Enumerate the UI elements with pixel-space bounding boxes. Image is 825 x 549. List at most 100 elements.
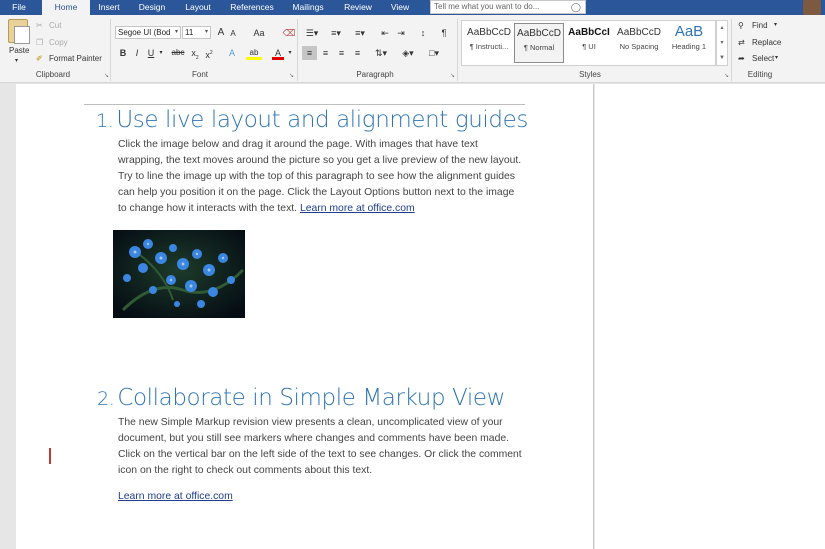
shading-icon[interactable]: ◈▾ — [398, 46, 418, 60]
pilcrow-icon[interactable]: ¶ — [437, 26, 451, 40]
select-icon: ➦ — [738, 54, 745, 63]
paragraph-launcher-icon[interactable]: ↘ — [450, 72, 455, 79]
superscript-button[interactable]: x2 — [203, 46, 215, 60]
style-no-spacing[interactable]: AaBbCcD No Spacing — [614, 23, 664, 63]
tab-design[interactable]: Design — [132, 0, 172, 15]
tab-references[interactable]: References — [224, 0, 280, 15]
heading-1-live-layout[interactable]: 1. Use live layout and alignment guides — [96, 107, 528, 133]
chevron-up-icon[interactable]: ▴ — [717, 21, 727, 36]
font-family-select[interactable]: Segoe UI (Bod ▾ — [115, 26, 181, 39]
change-bar-marker[interactable] — [49, 448, 51, 464]
borders-icon[interactable]: □▾ — [424, 46, 444, 60]
clipboard-launcher-icon[interactable]: ↘ — [104, 72, 109, 79]
underline-button[interactable]: U — [145, 46, 157, 60]
subscript-button[interactable]: x2 — [189, 46, 201, 61]
text-effects-button[interactable]: A — [225, 46, 239, 60]
align-left-icon[interactable]: ≡ — [302, 46, 317, 60]
learn-more-link[interactable]: Learn more at office.com — [300, 203, 415, 214]
markup-pane — [595, 84, 825, 549]
styles-launcher-icon[interactable]: ↘ — [724, 72, 729, 79]
cut-icon: ✂ — [36, 21, 43, 30]
select-button[interactable]: Select — [752, 54, 774, 63]
tab-mailings[interactable]: Mailings — [284, 0, 332, 15]
tab-view[interactable]: View — [384, 0, 416, 15]
decrease-indent-icon[interactable]: ⇤ — [378, 26, 392, 40]
tell-me-placeholder: Tell me what you want to do... — [434, 2, 540, 11]
style-name: ¶ Instructi... — [469, 42, 509, 51]
numbering-icon[interactable]: ≡▾ — [326, 26, 346, 40]
styles-scroll[interactable]: ▴ ▾ ▼ — [716, 20, 728, 66]
tab-file[interactable]: File — [0, 0, 38, 15]
group-divider — [457, 19, 458, 81]
underline-dropdown-icon[interactable]: ▾ — [157, 46, 165, 60]
more-icon[interactable]: ▼ — [717, 51, 727, 66]
style-ui[interactable]: AaBbCcI ¶ UI — [564, 23, 614, 63]
tab-layout[interactable]: Layout — [178, 0, 218, 15]
replace-button[interactable]: Replace — [752, 38, 781, 47]
style-preview: AaB — [674, 23, 704, 40]
format-painter-button[interactable]: Format Painter — [49, 54, 102, 63]
font-color-button[interactable]: A — [272, 46, 284, 60]
italic-button[interactable]: I — [131, 46, 143, 60]
heading-number: 2. — [97, 388, 115, 410]
grow-font-button[interactable]: A — [215, 26, 227, 40]
avatar[interactable] — [803, 0, 821, 15]
heading-2-simple-markup[interactable]: 2. Collaborate in Simple Markup View — [97, 385, 505, 411]
flower-image[interactable] — [113, 230, 245, 318]
style-normal[interactable]: AaBbCcD ¶ Normal — [514, 23, 564, 63]
clear-formatting-icon[interactable]: ⌫ — [282, 26, 296, 40]
strikethrough-button[interactable]: abc — [170, 46, 186, 60]
change-case-button[interactable]: Aa — [250, 26, 268, 40]
paragraph-line-last: to change how it interacts with the text… — [118, 201, 528, 217]
paragraph-line: Try to line the image up with the top of… — [118, 171, 516, 182]
justify-icon[interactable]: ≡ — [350, 46, 365, 60]
font-color-dropdown-icon[interactable]: ▾ — [286, 46, 294, 60]
paste-dropdown-icon[interactable]: ▾ — [15, 57, 18, 64]
font-group-label: Font — [191, 70, 208, 79]
styles-group-label: Styles — [579, 70, 601, 79]
bullets-icon[interactable]: ☰▾ — [302, 26, 322, 40]
paste-icon[interactable] — [8, 19, 30, 44]
heading-text: Use live layout and alignment guides — [116, 107, 528, 133]
ribbon-home: Paste ▾ ✂ Cut ❐ Copy ✐ Format Painter Cl… — [0, 15, 825, 83]
style-instructions[interactable]: AaBbCcD ¶ Instructi... — [464, 23, 514, 63]
paragraph-link: Learn more at office.com — [118, 489, 528, 505]
group-divider — [297, 19, 298, 81]
find-button[interactable]: Find — [752, 21, 768, 30]
sort-icon[interactable]: ↕ — [416, 26, 430, 40]
tab-home[interactable]: Home — [42, 0, 90, 15]
paragraph-line: Click the image below and drag it around… — [118, 139, 478, 150]
learn-more-link[interactable]: Learn more at office.com — [118, 491, 233, 502]
chevron-down-icon: ▾ — [204, 29, 208, 35]
tab-review[interactable]: Review — [336, 0, 380, 15]
chevron-down-icon[interactable]: ▾ — [717, 36, 727, 51]
increase-indent-icon[interactable]: ⇥ — [394, 26, 408, 40]
font-size-select[interactable]: 11 ▾ — [182, 26, 211, 39]
find-dropdown-icon[interactable]: ▾ — [774, 21, 777, 28]
line-spacing-icon[interactable]: ⇅▾ — [371, 46, 391, 60]
align-center-icon[interactable]: ≡ — [318, 46, 333, 60]
paragraph-live-layout[interactable]: Click the image below and drag it around… — [118, 137, 528, 217]
multilevel-list-icon[interactable]: ≡▾ — [350, 26, 370, 40]
paragraph-simple-markup[interactable]: The new Simple Markup revision view pres… — [118, 415, 528, 479]
style-name: ¶ Normal — [523, 43, 555, 52]
align-right-icon[interactable]: ≡ — [334, 46, 349, 60]
cut-button[interactable]: Cut — [49, 21, 61, 30]
tab-insert[interactable]: Insert — [90, 0, 128, 15]
paste-button[interactable]: Paste — [9, 46, 29, 55]
find-icon: ⚲ — [738, 21, 744, 30]
copy-button[interactable]: Copy — [49, 38, 68, 47]
copy-icon: ❐ — [36, 38, 44, 47]
tell-me-input[interactable]: Tell me what you want to do... ◯ — [430, 0, 586, 14]
paragraph-line: document, but you still see markers wher… — [118, 433, 510, 444]
style-heading-1[interactable]: AaB Heading 1 — [664, 23, 714, 63]
highlight-button[interactable]: ab — [246, 46, 262, 60]
page-divider — [84, 104, 525, 105]
font-family-value: Segoe UI (Bod — [118, 28, 171, 37]
bold-button[interactable]: B — [117, 46, 129, 60]
select-dropdown-icon[interactable]: ▾ — [775, 54, 778, 61]
styles-gallery: AaBbCcD ¶ Instructi... AaBbCcD ¶ Normal … — [461, 20, 716, 66]
paragraph-line: can help you position it on the page. Cl… — [118, 187, 515, 198]
font-launcher-icon[interactable]: ↘ — [289, 72, 294, 79]
shrink-font-button[interactable]: A — [228, 27, 238, 41]
